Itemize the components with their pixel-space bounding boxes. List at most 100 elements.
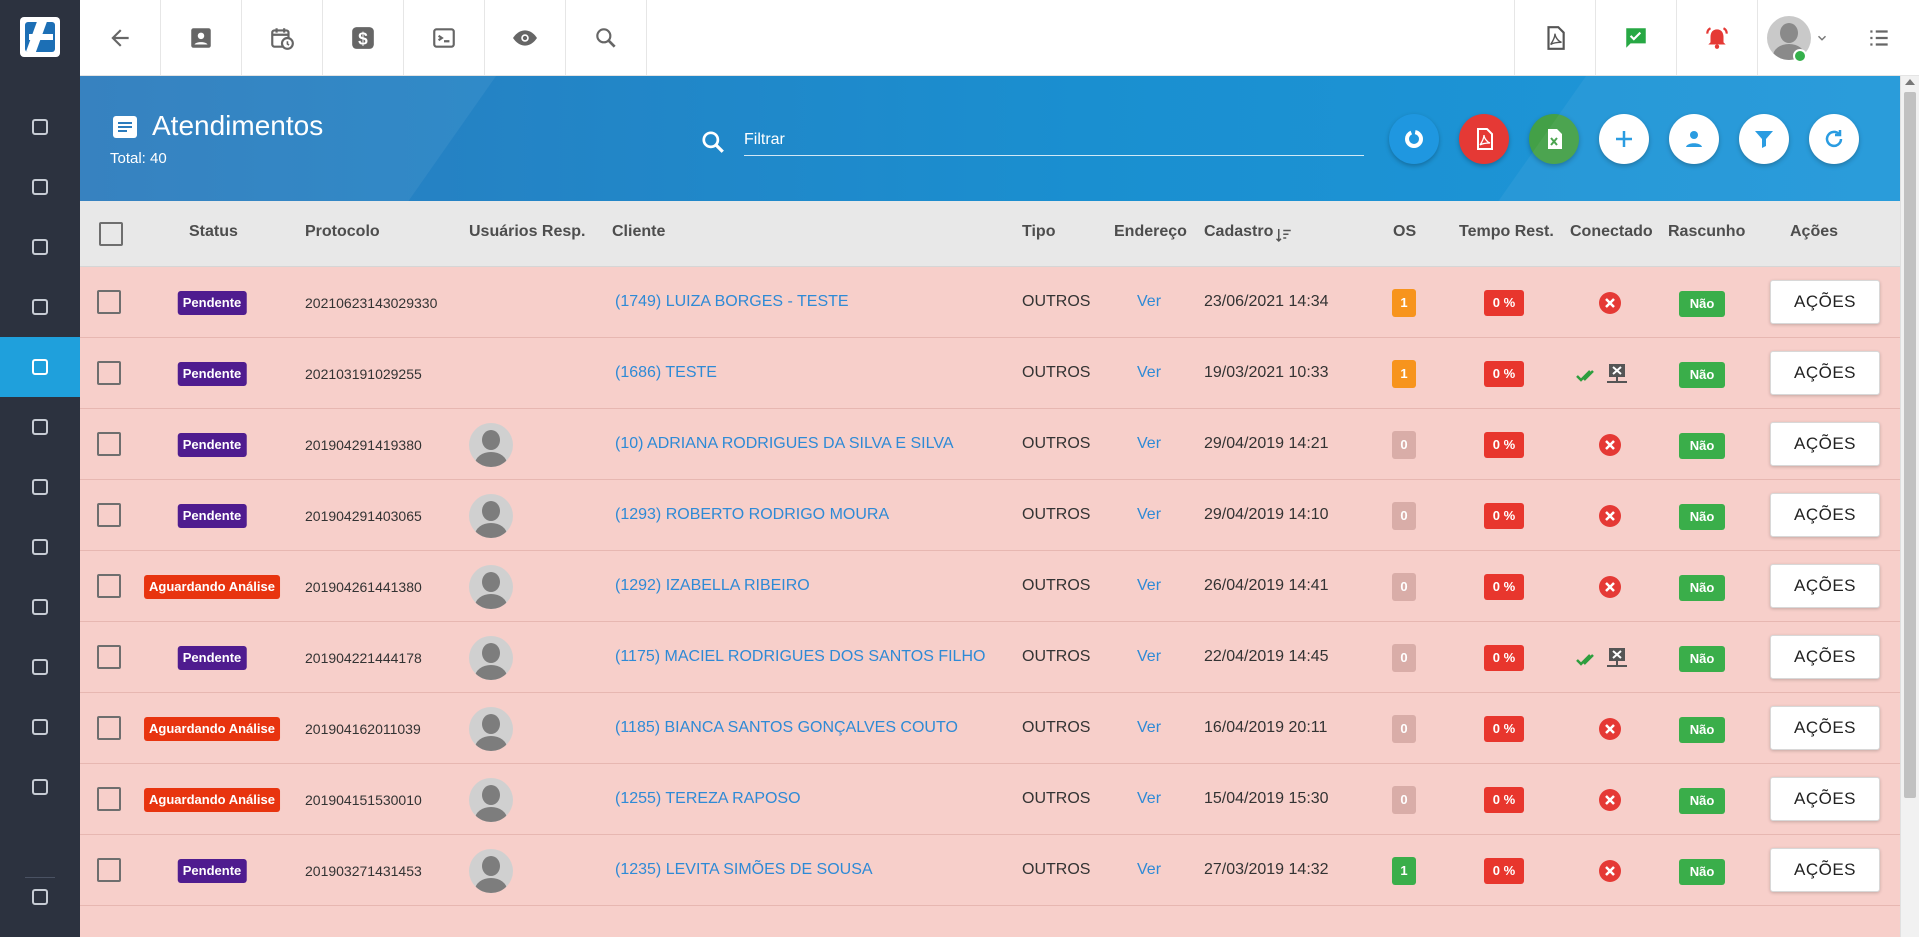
sidebar-item-12[interactable] — [0, 867, 80, 927]
client-link[interactable]: (10) ADRIANA RODRIGUES DA SILVA E SILVA — [615, 435, 953, 453]
sidebar-item-0[interactable] — [0, 97, 80, 157]
client-link[interactable]: (1175) MACIEL RODRIGUES DOS SANTOS FILHO — [615, 648, 985, 666]
type-text: OUTROS — [1022, 364, 1091, 381]
client-link[interactable]: (1292) IZABELLA RIBEIRO — [615, 577, 810, 595]
select-all-checkbox[interactable] — [99, 222, 123, 246]
draft-badge: Não — [1679, 788, 1725, 814]
col-rascunho[interactable]: Rascunho — [1668, 223, 1745, 241]
client-link[interactable]: (1185) BIANCA SANTOS GONÇALVES COUTO — [615, 719, 958, 737]
address-view-link[interactable]: Ver — [1137, 364, 1161, 382]
actions-button[interactable]: AÇÕES — [1770, 422, 1880, 466]
sidebar-item-11[interactable] — [0, 757, 80, 817]
col-cliente[interactable]: Cliente — [612, 223, 665, 241]
sidebar-item-3[interactable] — [0, 277, 80, 337]
pdf-report-button[interactable] — [1514, 0, 1595, 75]
sidebar-item-7[interactable] — [0, 517, 80, 577]
col-protocolo[interactable]: Protocolo — [305, 223, 380, 241]
client-link[interactable]: (1235) LEVITA SIMÕES DE SOUSA — [615, 861, 873, 879]
search-icon — [596, 27, 616, 48]
row-checkbox[interactable] — [97, 432, 121, 456]
col-cadastro[interactable]: Cadastro — [1204, 223, 1273, 241]
client-link[interactable]: (1293) ROBERTO RODRIGO MOURA — [615, 506, 889, 524]
col-os[interactable]: OS — [1393, 223, 1416, 241]
actions-button[interactable]: AÇÕES — [1770, 564, 1880, 608]
user-filter-button[interactable] — [1669, 114, 1719, 164]
sidebar-item-5[interactable] — [0, 397, 80, 457]
col-status[interactable]: Status — [189, 223, 238, 241]
col-tipo[interactable]: Tipo — [1022, 223, 1055, 241]
actions-button[interactable]: AÇÕES — [1770, 635, 1880, 679]
chart-button[interactable] — [1389, 114, 1439, 164]
client-link[interactable]: (1749) LUIZA BORGES - TESTE — [615, 293, 849, 311]
refresh-button[interactable] — [1809, 114, 1859, 164]
back-arrow-icon — [111, 28, 129, 47]
view-button[interactable] — [485, 0, 566, 75]
app-logo[interactable] — [20, 17, 60, 57]
search-button[interactable] — [566, 0, 647, 75]
row-checkbox[interactable] — [97, 361, 121, 385]
menu-button[interactable] — [1838, 0, 1919, 75]
col-conectado[interactable]: Conectado — [1570, 223, 1653, 241]
sidebar-item-4[interactable] — [0, 337, 80, 397]
table-row: Pendente 202103191029255 (1686) TESTE OUTRO… — [80, 338, 1900, 409]
actions-button[interactable]: AÇÕES — [1770, 848, 1880, 892]
sidebar-item-9[interactable] — [0, 637, 80, 697]
back-button[interactable] — [80, 0, 161, 75]
scrollbar[interactable] — [1900, 76, 1919, 937]
user-menu-button[interactable] — [1757, 0, 1838, 75]
row-checkbox[interactable] — [97, 574, 121, 598]
type-text: OUTROS — [1022, 293, 1091, 310]
col-endereco[interactable]: Endereço — [1114, 223, 1187, 241]
alarm-button[interactable] — [1676, 0, 1757, 75]
add-button[interactable] — [1599, 114, 1649, 164]
row-checkbox[interactable] — [97, 787, 121, 811]
table-header: Status Protocolo Usuários Resp. Cliente … — [80, 201, 1900, 267]
draft-badge: Não — [1679, 504, 1725, 530]
address-view-link[interactable]: Ver — [1137, 648, 1161, 666]
sidebar-item-8[interactable] — [0, 577, 80, 637]
actions-button[interactable]: AÇÕES — [1770, 777, 1880, 821]
contacts-button[interactable] — [161, 0, 242, 75]
scroll-up-arrow[interactable] — [1905, 79, 1915, 85]
address-view-link[interactable]: Ver — [1137, 506, 1161, 524]
row-checkbox[interactable] — [97, 858, 121, 882]
filter-button[interactable] — [1739, 114, 1789, 164]
row-checkbox[interactable] — [97, 716, 121, 740]
client-link[interactable]: (1686) TESTE — [615, 364, 717, 382]
export-pdf-button[interactable] — [1459, 114, 1509, 164]
sort-icon[interactable] — [1275, 226, 1293, 244]
sidebar-item-10[interactable] — [0, 697, 80, 757]
filter-input[interactable] — [744, 126, 1364, 154]
messages-button[interactable] — [1595, 0, 1676, 75]
actions-button[interactable]: AÇÕES — [1770, 706, 1880, 750]
address-view-link[interactable]: Ver — [1137, 719, 1161, 737]
address-view-link[interactable]: Ver — [1137, 577, 1161, 595]
address-view-link[interactable]: Ver — [1137, 790, 1161, 808]
dashboard-icon — [32, 119, 48, 135]
terminal-button[interactable] — [404, 0, 485, 75]
row-checkbox[interactable] — [97, 290, 121, 314]
col-acoes[interactable]: Ações — [1790, 223, 1838, 241]
col-usuarios[interactable]: Usuários Resp. — [469, 223, 585, 241]
sidebar-item-1[interactable] — [0, 157, 80, 217]
address-view-link[interactable]: Ver — [1137, 293, 1161, 311]
created-date: 29/04/2019 14:21 — [1204, 435, 1329, 452]
row-checkbox[interactable] — [97, 503, 121, 527]
sidebar-item-6[interactable] — [0, 457, 80, 517]
address-view-link[interactable]: Ver — [1137, 435, 1161, 453]
scroll-thumb[interactable] — [1904, 92, 1916, 798]
actions-button[interactable]: AÇÕES — [1770, 280, 1880, 324]
export-excel-button[interactable] — [1529, 114, 1579, 164]
responsible-user-avatar — [469, 778, 513, 822]
actions-button[interactable]: AÇÕES — [1770, 493, 1880, 537]
responsible-user-avatar — [469, 849, 513, 893]
actions-button[interactable]: AÇÕES — [1770, 351, 1880, 395]
schedule-button[interactable] — [242, 0, 323, 75]
sidebar-item-2[interactable] — [0, 217, 80, 277]
finance-button[interactable]: $ — [323, 0, 404, 75]
col-tempo[interactable]: Tempo Rest. — [1459, 223, 1554, 241]
row-checkbox[interactable] — [97, 645, 121, 669]
address-view-link[interactable]: Ver — [1137, 861, 1161, 879]
calendar-clock-icon — [271, 27, 294, 50]
client-link[interactable]: (1255) TEREZA RAPOSO — [615, 790, 801, 808]
